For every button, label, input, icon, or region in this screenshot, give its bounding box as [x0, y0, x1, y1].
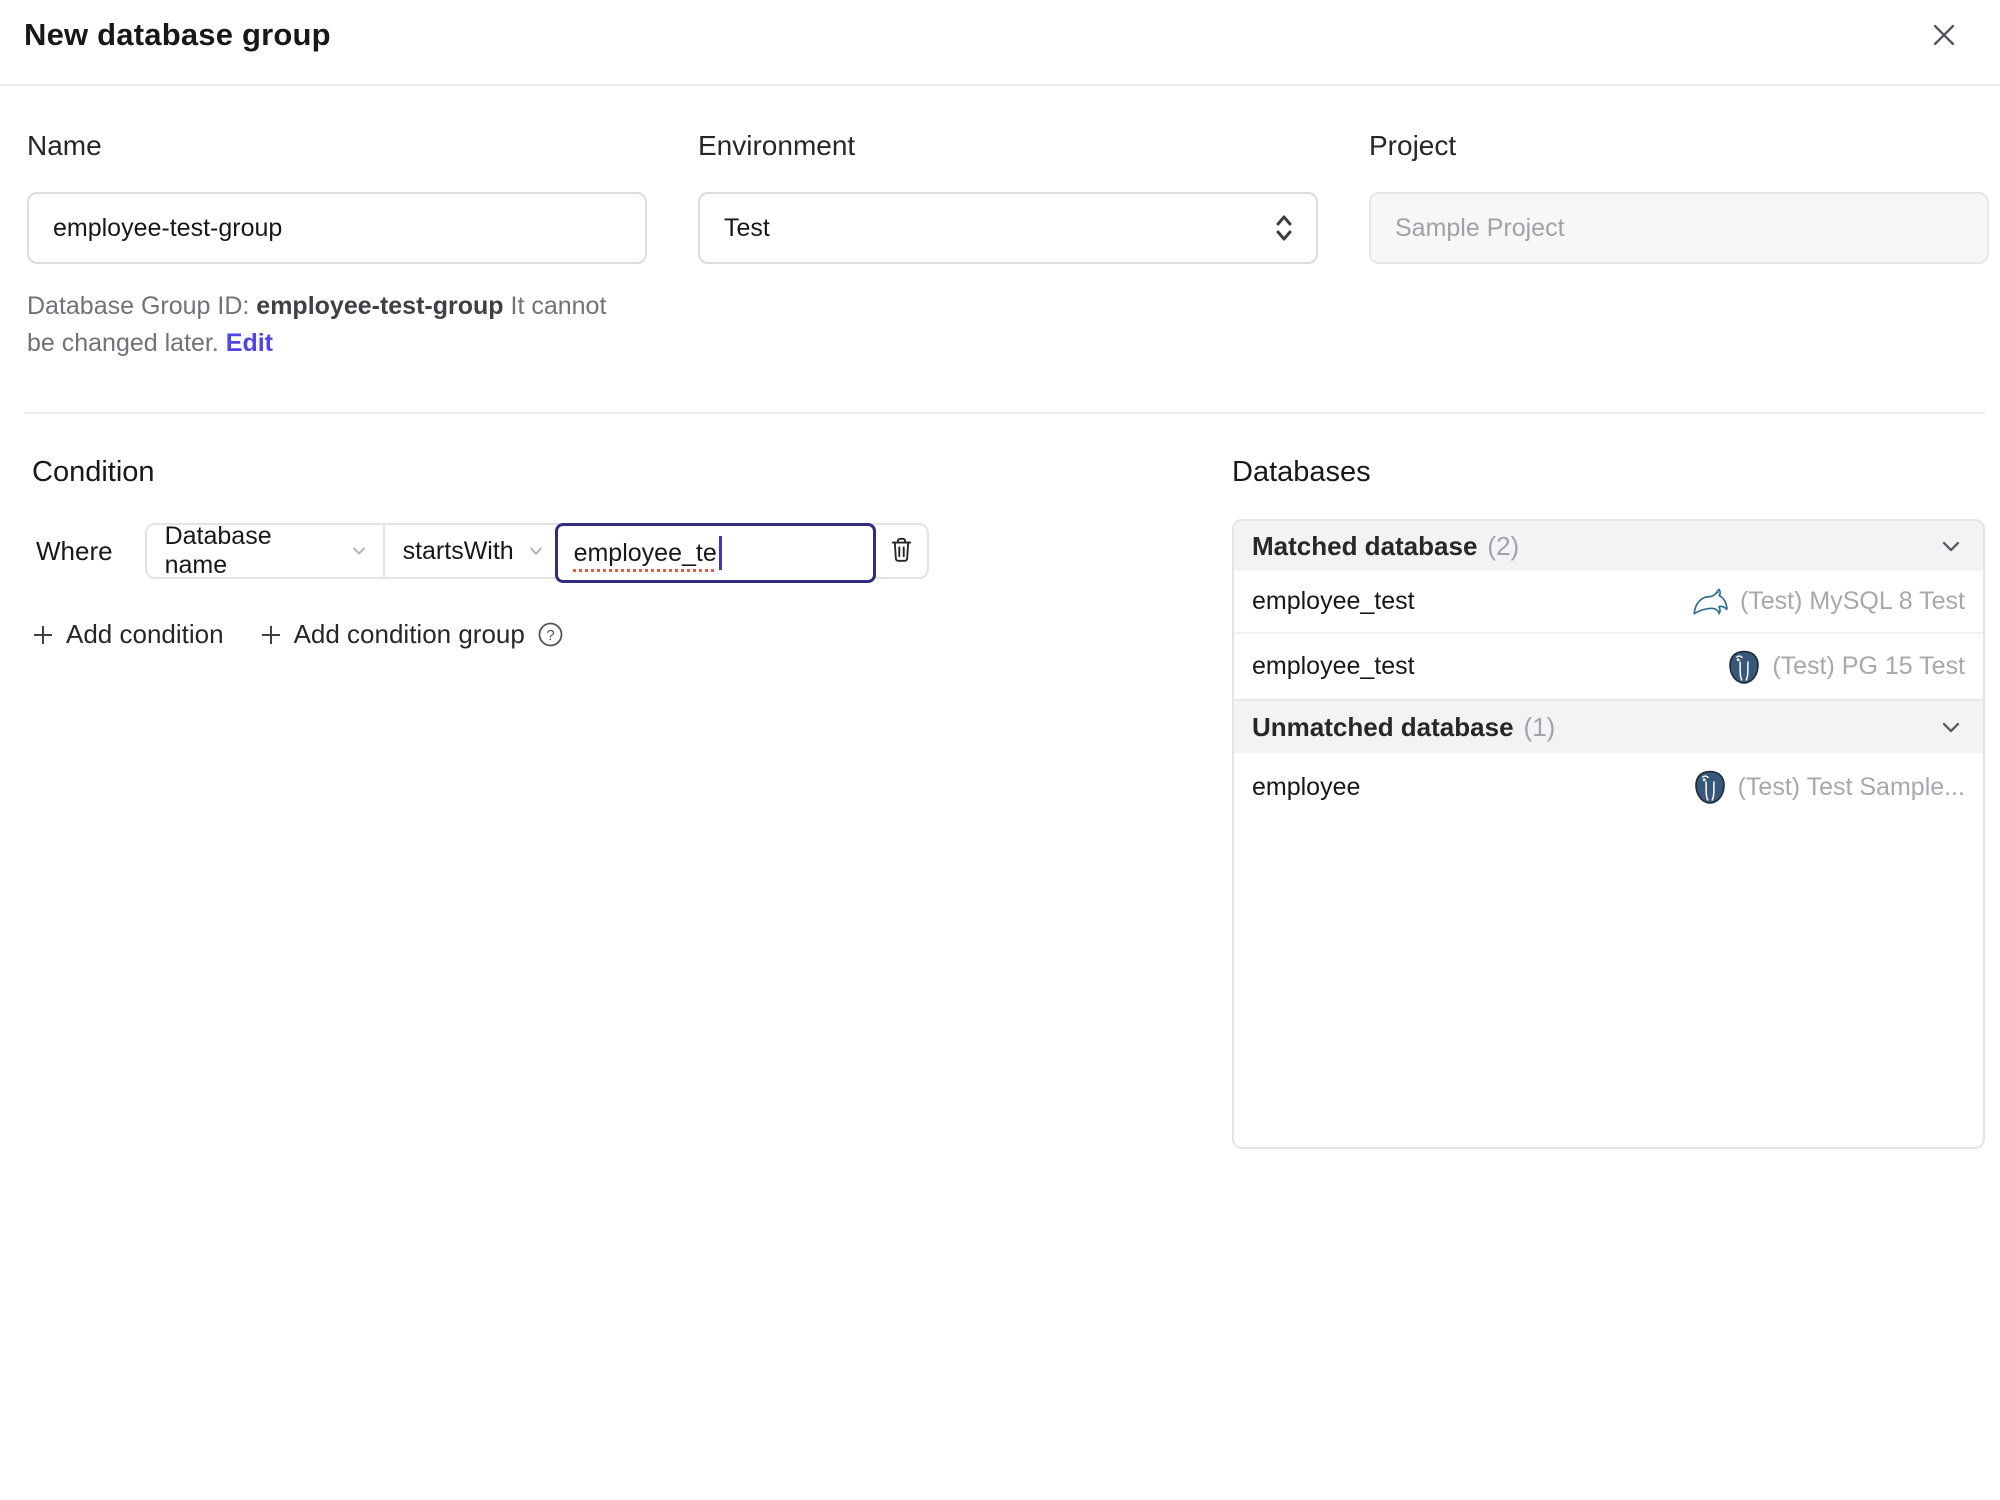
project-input: [1369, 192, 1989, 264]
close-button[interactable]: [1922, 13, 1966, 57]
database-instance: (Test) Test Sample...: [1693, 769, 1965, 805]
database-row[interactable]: employee (Test) Test Sample...: [1234, 753, 1983, 821]
condition-heading: Condition: [32, 456, 155, 488]
matched-database-header[interactable]: Matched database (2): [1234, 521, 1983, 571]
condition-value-text: employee_te: [573, 538, 717, 567]
group-id-note-prefix: Database Group ID:: [27, 292, 257, 320]
condition-factor-select[interactable]: Database name: [147, 522, 383, 579]
chevron-down-icon: [1937, 713, 1965, 741]
chevron-down-icon: [526, 541, 546, 561]
unmatched-database-title: Unmatched database: [1252, 711, 1514, 742]
database-name: employee: [1252, 772, 1361, 801]
postgresql-icon: [1693, 769, 1727, 805]
environment-select[interactable]: Test: [698, 192, 1318, 264]
form-fields-row: Name Environment Test Project: [0, 130, 2000, 264]
condition-factor-value: Database name: [164, 522, 272, 579]
name-field-group: Name: [27, 130, 647, 264]
condition-row: Where Database name startsWith employee_…: [36, 522, 1185, 583]
add-condition-group-label: Add condition group: [293, 619, 525, 649]
add-condition-button[interactable]: Add condition: [30, 619, 224, 650]
add-condition-label: Add condition: [66, 619, 224, 649]
chevron-down-icon: [349, 541, 369, 561]
delete-condition-button[interactable]: [876, 525, 927, 577]
name-input[interactable]: [27, 192, 647, 264]
text-cursor: [718, 536, 722, 570]
condition-operator-select[interactable]: startsWith: [382, 525, 557, 577]
databases-heading: Databases: [1232, 456, 1371, 488]
edit-link[interactable]: Edit: [226, 329, 273, 357]
database-instance: (Test) PG 15 Test: [1727, 649, 1965, 685]
condition-operator-value: startsWith: [402, 536, 514, 565]
database-instance-label: (Test) Test Sample...: [1737, 772, 1965, 801]
project-label: Project: [1369, 130, 1457, 161]
matched-database-count: (2): [1487, 530, 1520, 561]
trash-icon: [888, 535, 915, 567]
database-instance-label: (Test) MySQL 8 Test: [1739, 587, 1965, 615]
plus-icon: [30, 622, 56, 648]
environment-selected-value: Test: [724, 213, 770, 242]
group-id-value: employee-test-group: [256, 292, 504, 320]
where-label: Where: [36, 535, 113, 566]
environment-label: Environment: [698, 130, 856, 161]
database-row[interactable]: employee_test (Test) MySQL 8 Test: [1234, 571, 1983, 634]
condition-value-input[interactable]: employee_te: [554, 523, 876, 583]
database-instance-label: (Test) PG 15 Test: [1772, 652, 1965, 680]
database-name: employee_test: [1252, 652, 1415, 680]
project-field-group: Project: [1369, 130, 1989, 264]
database-instance: (Test) MySQL 8 Test: [1691, 586, 1965, 618]
condition-expression-group: Database name startsWith employee_te: [144, 522, 929, 583]
database-name: employee_test: [1252, 587, 1415, 615]
databases-panel: Matched database (2) employee_test (Test…: [1232, 519, 1985, 1149]
chevron-down-icon: [1937, 532, 1965, 560]
unmatched-database-count: (1): [1523, 711, 1556, 742]
help-circle-icon[interactable]: ?: [537, 621, 564, 648]
environment-field-group: Environment Test: [698, 130, 1318, 264]
matched-database-title: Matched database: [1252, 530, 1478, 561]
close-icon: [1926, 24, 1962, 56]
condition-section: Condition Where Database name startsWith: [32, 456, 1185, 1149]
plus-icon: [258, 622, 284, 648]
dialog-header: New database group: [0, 0, 2000, 86]
name-label: Name: [27, 130, 102, 161]
group-id-note: Database Group ID: employee-test-group I…: [27, 288, 637, 362]
postgresql-icon: [1727, 649, 1761, 685]
mysql-icon: [1691, 586, 1729, 618]
unmatched-database-header[interactable]: Unmatched database (1): [1234, 699, 1983, 753]
add-condition-group-button[interactable]: Add condition group ?: [258, 619, 564, 650]
svg-text:?: ?: [546, 627, 554, 644]
database-row[interactable]: employee_test (Test) PG 15 Test: [1234, 634, 1983, 699]
databases-section: Databases Matched database (2) employee_…: [1232, 456, 1985, 1149]
dialog-title: New database group: [24, 17, 331, 52]
